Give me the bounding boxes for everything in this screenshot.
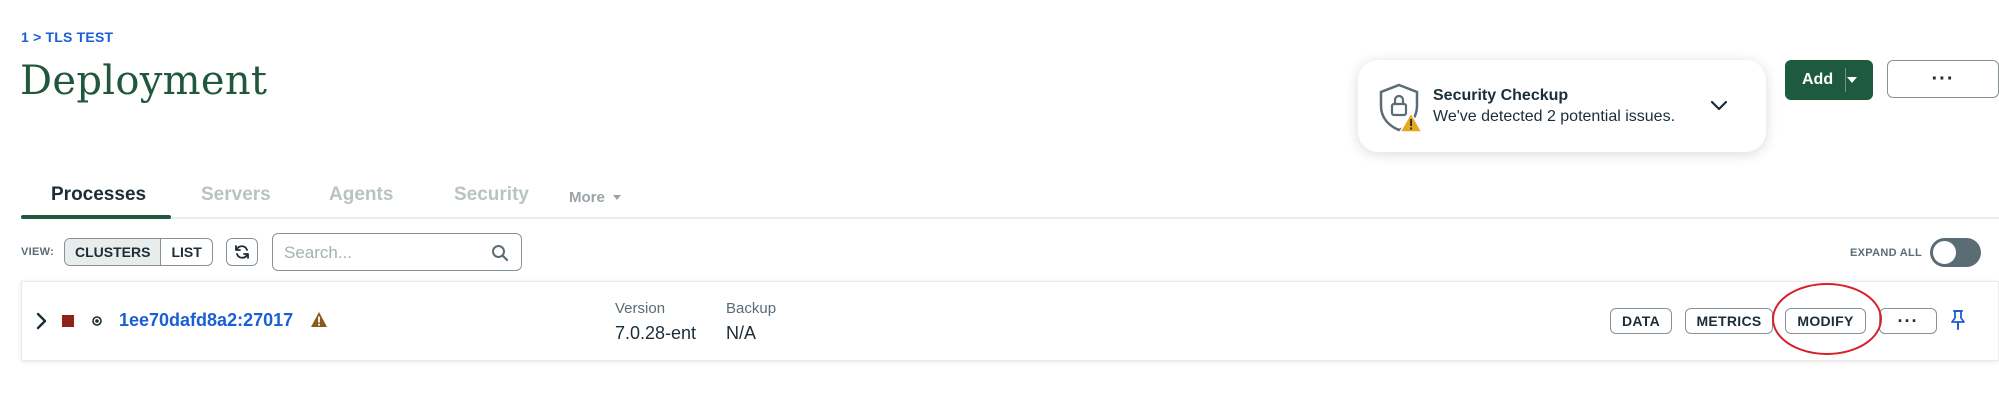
backup-value: N/A <box>726 323 757 343</box>
add-button[interactable]: Add <box>1785 60 1873 100</box>
view-list-button[interactable]: LIST <box>160 239 211 265</box>
chevron-down-icon[interactable] <box>1706 95 1732 117</box>
tab-security[interactable]: Security <box>454 184 529 206</box>
page-title: Deployment <box>20 58 268 104</box>
active-tab-indicator <box>21 215 171 219</box>
metrics-button[interactable]: METRICS <box>1685 308 1773 334</box>
pin-icon[interactable] <box>1950 309 1966 331</box>
warning-icon[interactable] <box>310 311 328 328</box>
caret-down-icon <box>612 195 621 200</box>
tab-more[interactable]: More <box>569 189 621 206</box>
toggle-knob <box>1933 241 1956 264</box>
tab-processes[interactable]: Processes <box>51 184 146 206</box>
tab-servers[interactable]: Servers <box>201 184 271 206</box>
chevron-right-icon[interactable] <box>35 310 49 332</box>
status-square-icon <box>62 315 74 327</box>
expand-all-label: EXPAND ALL <box>1850 247 1923 259</box>
shield-lock-icon <box>1379 83 1424 133</box>
header-more-menu-button[interactable]: ··· <box>1887 60 1999 98</box>
version-label: Version <box>615 300 666 317</box>
tabs-divider <box>21 217 1999 219</box>
add-button-divider <box>1845 68 1846 92</box>
backup-label: Backup <box>726 300 777 317</box>
refresh-icon <box>235 245 249 259</box>
tab-more-label: More <box>569 189 605 206</box>
search-input[interactable] <box>282 234 486 272</box>
security-checkup-subtitle: We've detected 2 potential issues. <box>1433 108 1676 125</box>
caret-down-icon <box>1847 77 1858 83</box>
row-more-menu-button[interactable]: ··· <box>1879 308 1937 334</box>
search-box <box>272 233 522 272</box>
data-button[interactable]: DATA <box>1610 308 1672 334</box>
search-icon[interactable] <box>490 243 510 263</box>
refresh-button[interactable] <box>226 238 258 266</box>
add-button-label: Add <box>1802 71 1834 88</box>
cluster-name-link[interactable]: 1ee70dafd8a2:27017 <box>119 310 293 331</box>
security-checkup-title: Security Checkup <box>1433 87 1569 104</box>
process-dot-icon <box>92 316 102 326</box>
tab-agents[interactable]: Agents <box>329 184 393 206</box>
version-value: 7.0.28-ent <box>615 323 697 343</box>
expand-all-toggle[interactable] <box>1930 238 1981 267</box>
view-clusters-button[interactable]: CLUSTERS <box>65 239 161 265</box>
view-toggle: CLUSTERS LIST <box>64 238 213 266</box>
view-label: VIEW: <box>21 246 55 258</box>
highlight-annotation-ellipse <box>1772 283 1882 355</box>
breadcrumb[interactable]: 1 > TLS TEST <box>21 29 113 45</box>
